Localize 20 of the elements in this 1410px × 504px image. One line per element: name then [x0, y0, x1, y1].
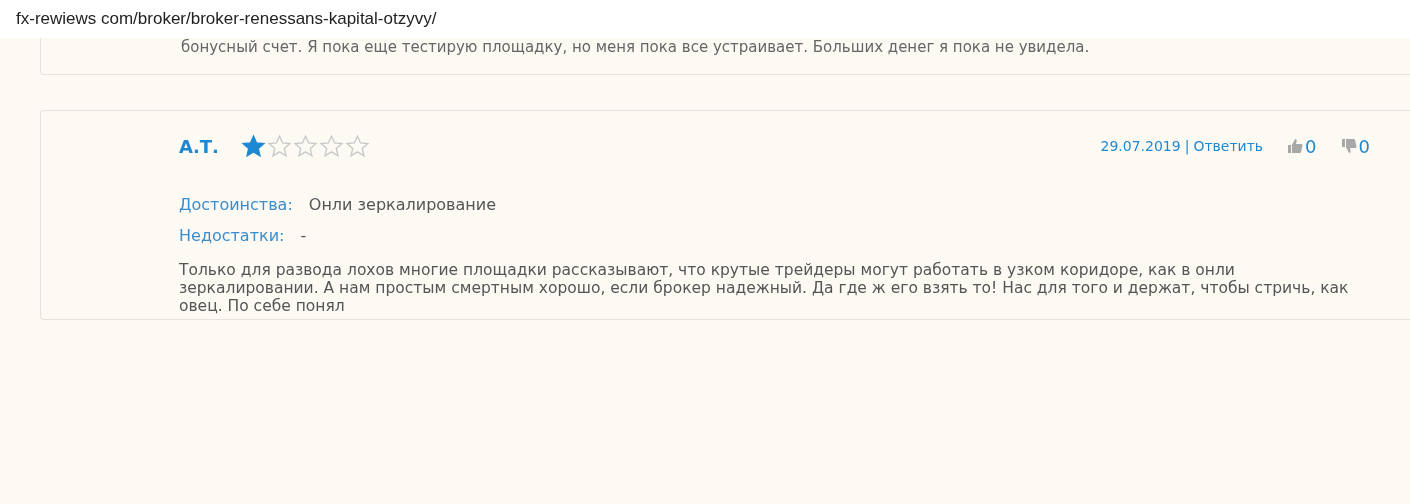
pros-text: Онли зеркалирование	[308, 195, 497, 214]
thumbs-up-icon[interactable]	[1287, 138, 1304, 154]
url-text[interactable]: fx-rewiews com/broker/broker-renessans-kapital-otzyvy/	[16, 9, 437, 29]
star-icon	[293, 133, 318, 159]
separator: |	[1184, 138, 1190, 154]
review-text: Только для развода лохов многие площадки рассказывают, что крутые трейдеры могут работать в узком коридоре, как в онли зеркалировании. А нам простым смертным хорошо, если брокер надежный. Да где ж его взять то! Нас для того и держат, чтобы стричь, как овец. По себе понял	[179, 261, 1349, 315]
cons-label: Недостатки:	[179, 226, 285, 245]
star-icon	[345, 133, 370, 159]
thumbs-down-icon[interactable]	[1340, 138, 1357, 154]
author-name: А.Т.	[179, 135, 220, 157]
pros-label: Достоинства:	[179, 195, 293, 214]
review-text: бонусный счет. Я пока еще тестирую площадку, но меня пока все устраивает. Больших денег я пока не увидела.	[181, 38, 1091, 56]
star-icon	[267, 133, 292, 159]
review-date: 29.07.2019	[1100, 138, 1181, 154]
reply-link[interactable]: Ответить	[1193, 138, 1264, 154]
like-count: 0	[1305, 135, 1317, 157]
dislike-count: 0	[1358, 135, 1370, 157]
cons-text: -	[300, 226, 307, 245]
star-icon	[241, 133, 266, 159]
star-icon	[319, 133, 344, 159]
